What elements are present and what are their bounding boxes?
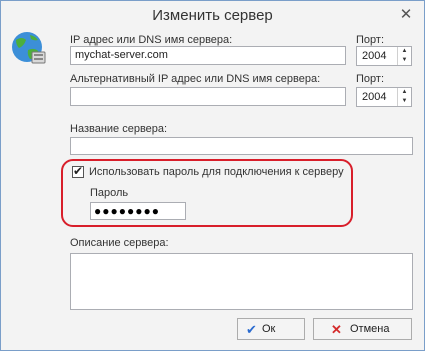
ip-label: IP адрес или DNS имя сервера: bbox=[70, 34, 233, 46]
ip-input[interactable]: mychat-server.com bbox=[70, 46, 346, 65]
server-globe-icon bbox=[12, 32, 46, 64]
server-name-label: Название сервера: bbox=[70, 123, 168, 135]
cancel-button[interactable]: ✕ Отмена bbox=[313, 318, 412, 340]
port-label: Порт: bbox=[356, 34, 384, 46]
dialog-title: Изменить сервер bbox=[152, 7, 273, 24]
alt-port-label: Порт: bbox=[356, 73, 384, 85]
use-password-label[interactable]: Использовать пароль для подключения к се… bbox=[89, 166, 344, 178]
port-value: 2004 bbox=[362, 50, 387, 62]
port-stepper[interactable]: 2004 ▲ ▼ bbox=[356, 46, 412, 66]
port-up-icon[interactable]: ▲ bbox=[398, 47, 411, 56]
alt-port-value: 2004 bbox=[362, 91, 387, 103]
use-password-checkbox[interactable]: ✔ bbox=[72, 164, 84, 178]
alt-port-up-icon[interactable]: ▲ bbox=[398, 88, 411, 97]
title-bar: Изменить сервер ✕ bbox=[1, 1, 424, 31]
description-label: Описание сервера: bbox=[70, 237, 169, 249]
ok-label: Ок bbox=[262, 323, 276, 335]
server-name-input[interactable] bbox=[70, 137, 413, 155]
checkmark-icon: ✔ bbox=[73, 164, 84, 178]
port-down-icon[interactable]: ▼ bbox=[398, 56, 411, 65]
edit-server-dialog: Изменить сервер ✕ IP адрес или DNS имя с… bbox=[0, 0, 425, 351]
description-textarea[interactable] bbox=[70, 253, 413, 310]
password-label: Пароль bbox=[90, 187, 129, 199]
alt-port-down-icon[interactable]: ▼ bbox=[398, 97, 411, 106]
cancel-label: Отмена bbox=[350, 323, 390, 335]
password-input[interactable]: ●●●●●●●● bbox=[90, 202, 186, 220]
check-icon: ✔ bbox=[246, 322, 257, 337]
cancel-icon: ✕ bbox=[331, 322, 342, 337]
alt-port-stepper[interactable]: 2004 ▲ ▼ bbox=[356, 87, 412, 107]
ok-button[interactable]: ✔ Ок bbox=[237, 318, 305, 340]
alt-ip-label: Альтернативный IP адрес или DNS имя серв… bbox=[70, 73, 321, 85]
alt-ip-input[interactable] bbox=[70, 87, 346, 106]
close-icon[interactable]: ✕ bbox=[398, 7, 414, 23]
